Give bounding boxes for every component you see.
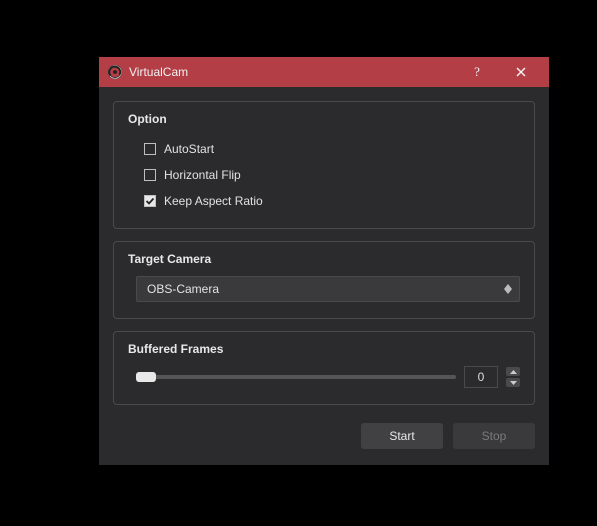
- buffered-frames-group: Buffered Frames 0: [113, 331, 535, 405]
- keep-aspect-row: Keep Aspect Ratio: [128, 188, 520, 214]
- buffered-frames-value[interactable]: 0: [464, 366, 498, 388]
- slider-track: [136, 375, 456, 379]
- spinner-up-button[interactable]: [506, 367, 520, 376]
- spinner-down-button[interactable]: [506, 378, 520, 387]
- keep-aspect-checkbox[interactable]: [144, 195, 156, 207]
- option-group: Option AutoStart Horizontal Flip Keep As…: [113, 101, 535, 229]
- target-camera-group: Target Camera OBS-Camera: [113, 241, 535, 319]
- hflip-checkbox[interactable]: [144, 169, 156, 181]
- select-updown-icon: [499, 279, 517, 299]
- footer: Start Stop: [113, 417, 535, 449]
- start-button[interactable]: Start: [361, 423, 443, 449]
- virtualcam-window: VirtualCam ? Option AutoStart: [98, 56, 550, 466]
- slider-thumb[interactable]: [136, 372, 156, 382]
- target-camera-select[interactable]: OBS-Camera: [136, 276, 520, 302]
- target-camera-title: Target Camera: [128, 252, 520, 266]
- svg-text:?: ?: [474, 65, 480, 79]
- help-button[interactable]: ?: [455, 57, 499, 87]
- hflip-label: Horizontal Flip: [164, 168, 241, 182]
- client-area: Option AutoStart Horizontal Flip Keep As…: [99, 87, 549, 465]
- obs-icon: [107, 64, 123, 80]
- stop-button: Stop: [453, 423, 535, 449]
- hflip-row: Horizontal Flip: [128, 162, 520, 188]
- buffered-frames-title: Buffered Frames: [128, 342, 520, 356]
- close-button[interactable]: [499, 57, 543, 87]
- buffered-frames-spinner: [506, 366, 520, 388]
- buffered-frames-slider[interactable]: [136, 368, 456, 386]
- target-camera-value: OBS-Camera: [147, 282, 219, 296]
- titlebar: VirtualCam ?: [99, 57, 549, 87]
- window-title: VirtualCam: [129, 65, 188, 79]
- option-group-title: Option: [128, 112, 520, 126]
- keep-aspect-label: Keep Aspect Ratio: [164, 194, 263, 208]
- autostart-label: AutoStart: [164, 142, 214, 156]
- autostart-checkbox[interactable]: [144, 143, 156, 155]
- autostart-row: AutoStart: [128, 136, 520, 162]
